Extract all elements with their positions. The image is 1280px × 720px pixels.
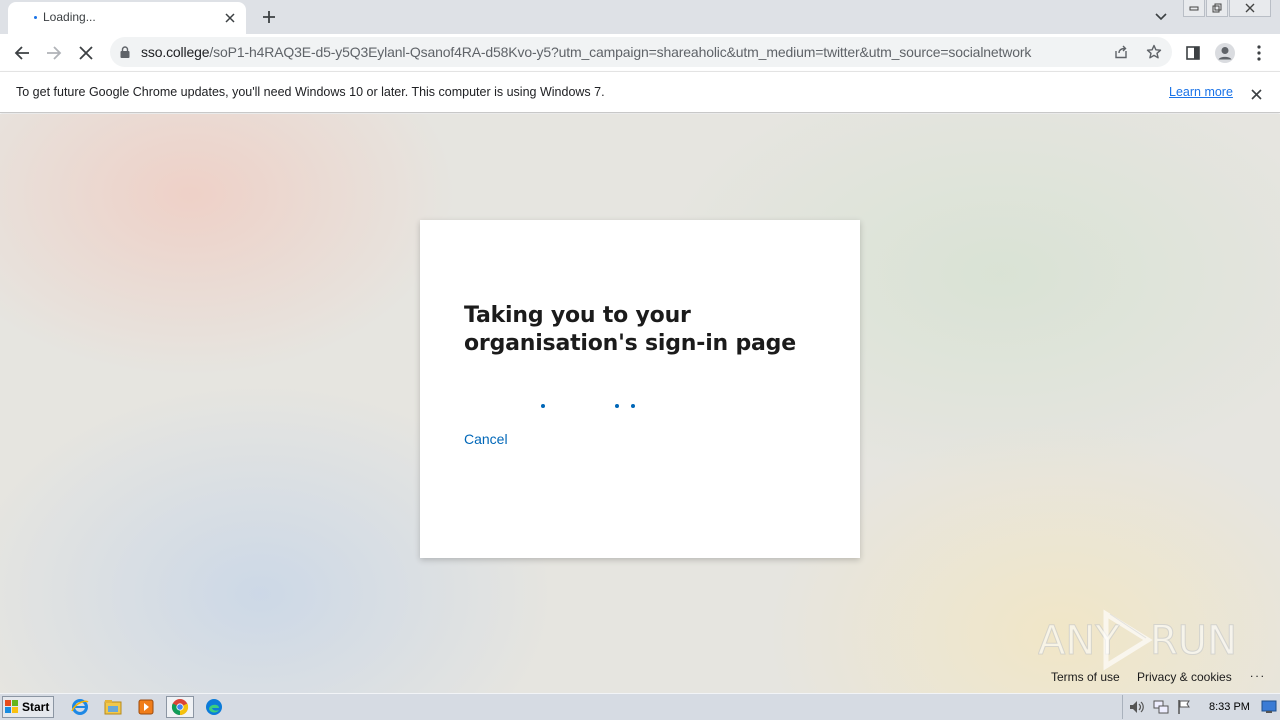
start-label: Start xyxy=(22,700,50,714)
network-icon[interactable] xyxy=(1153,699,1169,720)
tab-search-chevron-icon[interactable] xyxy=(1150,6,1172,28)
new-tab-icon[interactable] xyxy=(257,5,281,29)
loading-spinner-icon xyxy=(34,16,37,19)
taskbar-clock[interactable]: 8:33 PM xyxy=(1209,701,1250,713)
minimize-icon[interactable] xyxy=(1183,0,1205,17)
chrome-taskbar-icon[interactable] xyxy=(166,696,194,718)
url-path: /soP1-h4RAQ3E-d5-y5Q3Eylanl-Qsanof4RA-d5… xyxy=(209,44,1032,60)
page-title-line1: Taking you to your xyxy=(464,303,691,328)
profile-avatar-icon[interactable] xyxy=(1212,40,1238,66)
window-controls xyxy=(1183,0,1271,18)
update-infobar: To get future Google Chrome updates, you… xyxy=(0,71,1280,113)
infobar-message: To get future Google Chrome updates, you… xyxy=(16,85,605,99)
back-arrow-icon[interactable] xyxy=(9,40,35,66)
media-player-icon[interactable] xyxy=(132,696,160,718)
browser-tab[interactable]: Loading... xyxy=(8,2,246,34)
bookmark-star-icon[interactable] xyxy=(1143,41,1165,63)
windows-taskbar: Start 8:33 PM xyxy=(0,693,1280,720)
progress-dot xyxy=(541,404,545,408)
system-tray: 8:33 PM xyxy=(1122,695,1280,719)
start-button[interactable]: Start xyxy=(2,696,54,718)
volume-icon[interactable] xyxy=(1129,700,1145,719)
tab-close-icon[interactable] xyxy=(220,8,240,28)
progress-dot xyxy=(631,404,635,408)
file-explorer-icon[interactable] xyxy=(99,696,127,718)
edge-taskbar-icon[interactable] xyxy=(200,696,228,718)
privacy-cookies-link[interactable]: Privacy & cookies xyxy=(1137,670,1232,684)
page-title: Taking you to your organisation's sign-i… xyxy=(464,302,804,358)
browser-toolbar: sso.college/soP1-h4RAQ3E-d5-y5Q3Eylanl-Q… xyxy=(0,34,1280,71)
menu-kebab-icon[interactable] xyxy=(1246,40,1272,66)
forward-arrow-icon[interactable] xyxy=(41,40,67,66)
page-title-line2: organisation's sign-in page xyxy=(464,331,796,356)
action-center-flag-icon[interactable] xyxy=(1177,699,1191,720)
infobar-close-icon[interactable] xyxy=(1246,84,1266,104)
windows-logo-icon xyxy=(5,700,18,713)
share-icon[interactable] xyxy=(1110,41,1132,63)
terms-of-use-link[interactable]: Terms of use xyxy=(1051,670,1120,684)
window-close-icon[interactable] xyxy=(1229,0,1271,17)
page-viewport: Taking you to your organisation's sign-i… xyxy=(0,114,1280,693)
tab-strip: Loading... xyxy=(0,0,1280,34)
lock-icon[interactable] xyxy=(120,45,130,63)
stop-loading-icon[interactable] xyxy=(73,40,99,66)
progress-dot xyxy=(615,404,619,408)
learn-more-link[interactable]: Learn more xyxy=(1169,85,1233,99)
anyrun-watermark-logo: ANY RUN xyxy=(1038,606,1238,676)
cancel-link[interactable]: Cancel xyxy=(464,431,508,447)
side-panel-icon[interactable] xyxy=(1180,40,1206,66)
address-bar[interactable]: sso.college/soP1-h4RAQ3E-d5-y5Q3Eylanl-Q… xyxy=(110,37,1172,67)
restore-icon[interactable] xyxy=(1206,0,1228,17)
tab-title: Loading... xyxy=(43,10,96,24)
url-host: sso.college xyxy=(141,44,210,60)
show-desktop-icon[interactable] xyxy=(1261,700,1277,719)
url-text: sso.college/soP1-h4RAQ3E-d5-y5Q3Eylanl-Q… xyxy=(141,44,1031,60)
svg-text:RUN: RUN xyxy=(1150,618,1237,664)
internet-explorer-icon[interactable] xyxy=(66,696,94,718)
redirect-card: Taking you to your organisation's sign-i… xyxy=(420,220,860,558)
more-options-link[interactable]: ... xyxy=(1250,666,1266,680)
